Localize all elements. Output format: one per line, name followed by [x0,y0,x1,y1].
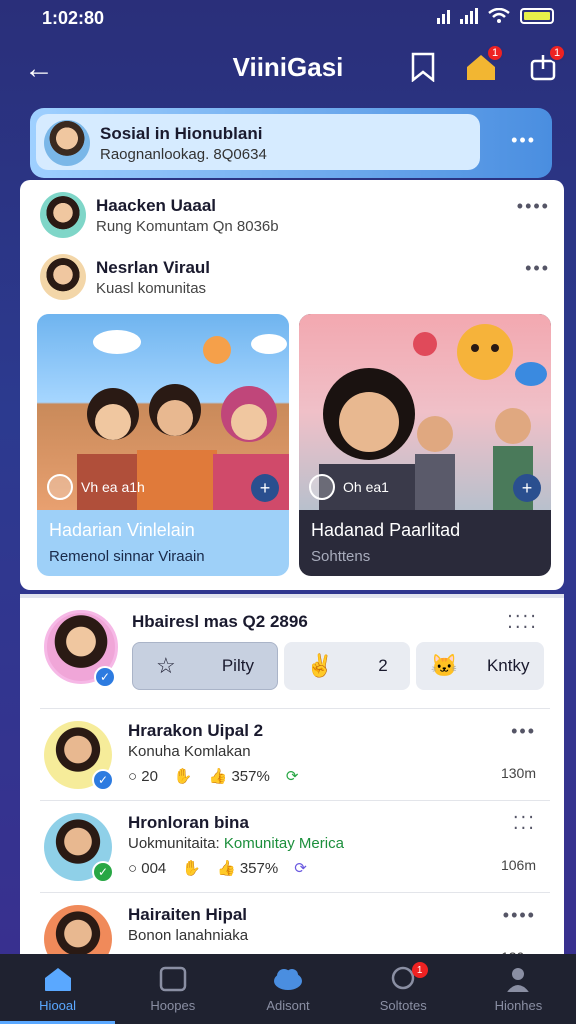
post-time: 106m [500,857,536,873]
like-icon[interactable]: 👍 357% [209,767,270,785]
more-icon[interactable]: •••• [503,905,536,926]
verified-badge-icon: ✓ [92,769,114,791]
nav-profile[interactable]: Hionhes [461,954,576,1024]
post-stats: ○ 20 ✋ 👍 357% ⟳ [128,767,299,786]
status-bar: 1:02:80 [0,0,576,36]
post-author: Hronloran bina [128,813,249,832]
nav-home[interactable]: Hiooal [0,954,116,1024]
signal-icon [437,8,450,24]
verified-badge-icon: ✓ [92,861,114,883]
nav-add[interactable]: Adisont [230,954,345,1024]
community-section: ✓ Hbairesl mas Q2 2896 ⁚⁚⁚⁚ ☆ Pilty ✌ 2 … [20,594,564,973]
grid-icon [159,966,187,991]
add-button[interactable]: + [513,474,541,502]
more-icon[interactable]: ••• [525,258,550,279]
community-title: Hbairesl mas Q2 2896 [132,612,308,631]
post-author: Hrarakon Uipal 2 [128,721,264,740]
post-subtitle: Konuha Komlakan [128,743,251,760]
reaction-emoji-icon: 🐱 [430,653,458,678]
user-row[interactable]: Haacken Uaaal Rung Komuntam Qn 8036b •••… [40,192,550,242]
reaction-emoji-icon: ✌ [306,653,334,678]
cell-signal-icon [460,8,478,24]
bottom-navigation: Hiooal Hoopes Adisont 1 Soltotes Hionhes [0,954,576,1024]
user-name: Nesrlan Viraul [96,258,211,277]
share-icon[interactable]: 1 [526,44,566,84]
reaction-emoji-icon: ☆ [156,653,176,678]
verified-badge-icon: ✓ [94,666,116,688]
clap-icon[interactable]: ✋ [182,859,201,877]
tile-caption-sub: Sohttens [311,548,371,565]
user-name: Haacken Uaaal [96,196,217,215]
tile-caption: Hadanad Paarlitad [311,520,461,540]
share-badge: 1 [548,44,566,62]
post-subtitle: Uokmunitaita: Komunitay Merica [128,835,344,852]
nav-notifications[interactable]: 1 Soltotes [346,954,461,1024]
community-banner[interactable]: Sosial in Hionublani Raognanlookag. 8Q06… [30,108,552,178]
cloud-icon [274,968,302,990]
bookmark-icon[interactable] [406,50,440,84]
tile-caption: Hadarian Vinlelain [49,520,195,540]
post-time: 130m [500,765,536,781]
user-row[interactable]: Nesrlan Viraul Kuasl komunitas ••• [40,254,550,304]
avatar [44,120,90,166]
community-tile[interactable]: Oh ea1 + Hadanad Paarlitad Sohttens [299,314,551,576]
share-circle-icon[interactable]: ⟳ [286,767,299,785]
post-subtitle: Bonon lanahniaka [128,927,249,944]
reaction-label: Pilty [221,656,254,675]
like-icon[interactable]: 👍 357% [217,859,278,877]
list-item[interactable]: ✓ Hrarakon Uipal 2 Konuha Komlakan ○ 20 … [40,708,550,800]
tile-chip: Vh ea a1h [47,474,145,500]
status-time: 1:02:80 [42,8,105,28]
list-item[interactable]: ✓ Hronloran bina Uokmunitaita: Komunitay… [40,800,550,892]
wifi-icon [488,8,510,23]
battery-icon [520,8,554,24]
person-icon [507,967,530,992]
reaction-button[interactable]: ☆ Pilty [132,642,278,690]
reaction-label: 2 [378,656,388,675]
comment-icon[interactable]: ○ 004 [128,860,166,877]
share-circle-icon[interactable]: ⟳ [294,859,307,877]
more-icon[interactable]: ⁚⁚⁚ [513,813,536,834]
banner-subtitle: Raognanlookag. 8Q0634 [100,146,267,163]
reaction-button[interactable]: ✌ 2 [284,642,410,690]
community-link[interactable]: Komunitay Merica [224,835,344,852]
app-bar: ← ViiniGasi 1 1 [0,36,576,100]
nav-explore[interactable]: Hoopes [115,954,230,1024]
tile-chip: Oh ea1 [309,474,389,500]
avatar [40,254,86,300]
reaction-button[interactable]: 🐱 Kntky [416,642,544,690]
post-stats: ○ 004 ✋ 👍 357% ⟳ [128,859,307,878]
user-subtitle: Rung Komuntam Qn 8036b [96,218,279,235]
clap-icon[interactable]: ✋ [174,767,193,785]
user-subtitle: Kuasl komunitas [96,280,207,297]
calendar-icon [47,474,73,500]
reaction-label: Kntky [486,656,530,675]
banner-title: Sosial in Hionublani [100,124,263,143]
nav-badge: 1 [411,962,428,978]
more-icon[interactable]: •••• [517,196,550,217]
comment-icon[interactable]: ○ 20 [128,768,158,785]
emoji-icon [309,474,335,500]
tile-caption-sub: Remenol sinnar Viraain [49,548,205,565]
more-icon[interactable]: ••• [511,721,536,742]
notification-badge: 1 [486,44,504,62]
community-tile[interactable]: Vh ea a1h + Hadarian Vinlelain Remenol s… [37,314,289,576]
avatar [40,192,86,238]
post-author: Hairaiten Hipal [128,905,248,924]
more-icon[interactable]: ••• [511,130,536,151]
home-notification-icon[interactable]: 1 [464,44,504,84]
add-button[interactable]: + [251,474,279,502]
home-icon [44,967,71,991]
more-icon[interactable]: ⁚⁚⁚⁚ [507,612,538,633]
